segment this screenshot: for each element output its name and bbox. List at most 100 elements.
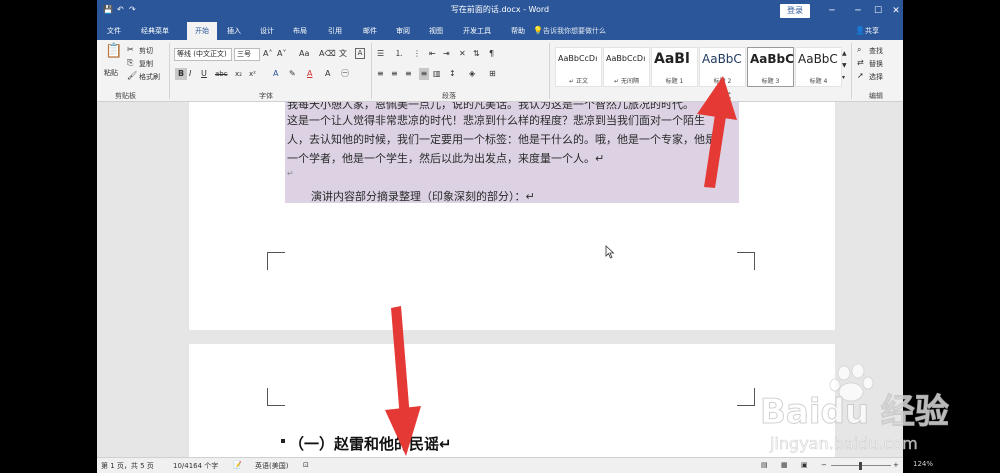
select-button[interactable]: 选择 [869,72,883,82]
tab-developer[interactable]: 开发工具 [457,22,497,40]
styles-scroll-down-icon[interactable]: ▼ [842,60,847,72]
zoom-in-icon[interactable]: + [893,461,899,469]
minimize-button[interactable]: ─ [849,3,867,19]
show-marks-icon[interactable]: ¶ [489,48,494,60]
borders-icon[interactable]: ⊞ [489,68,496,80]
doc-line: 我每天小憩人家，恩佩美一点儿，说的凡美话。我认为这是一个智然几旅况的时代。 [287,102,694,111]
maximize-button[interactable]: ☐ [869,3,887,19]
styles-more-icon[interactable]: ▾ [842,72,845,84]
focus-mode-icon[interactable]: ▤ [761,461,768,469]
mouse-cursor-icon [605,245,615,259]
macro-icon[interactable]: ⊡ [303,461,309,469]
tab-help[interactable]: 帮助 [505,22,531,40]
underline-icon[interactable]: U [201,68,207,80]
lightbulb-icon: 💡 [533,26,543,35]
read-mode-icon[interactable]: ▦ [781,461,788,469]
close-button[interactable]: ✕ [887,3,903,19]
font-color-icon[interactable]: A [307,68,312,80]
tab-insert[interactable]: 插入 [221,22,247,40]
doc-line: 演讲内容部分摘录整理（印象深刻的部分）：↵ [311,190,535,203]
justify-icon[interactable]: ≡ [419,68,429,80]
style-no-spacing[interactable]: AaBbCcDı ↵ 无间隔 [603,47,650,87]
copy-button[interactable]: 复制 [139,59,153,69]
style-heading-4[interactable]: AaBbC 标题 4 [795,47,842,87]
page-count[interactable]: 第 1 页，共 5 页 [101,461,154,471]
print-layout-icon[interactable]: ▣ [801,461,808,469]
language-indicator[interactable]: 英语(美国) [255,461,288,471]
doc-line: 一个学者，他是一个学生，然后以此为出发点，来度量一个人。↵ [287,152,605,165]
phonetic-guide-icon[interactable]: 文 [339,48,347,60]
format-painter-button[interactable]: 格式刷 [139,72,160,82]
shading-icon[interactable]: ◈ [469,68,475,80]
clipboard-group-label: 剪贴板 [115,92,136,100]
doc-line: ↵ [287,169,294,178]
tab-home[interactable]: 开始 [187,22,217,40]
font-name-select[interactable]: 等线 (中文正文) [174,48,232,61]
bold-icon[interactable]: B [175,68,187,80]
copy-icon[interactable]: ⎘ [127,57,133,69]
tab-mailings[interactable]: 邮件 [357,22,383,40]
subscript-icon[interactable]: x₂ [235,68,242,80]
page-2[interactable]: （一）赵雷和他的民谣↵ [189,344,835,457]
editing-group-label: 编辑 [869,92,883,100]
font-size-select[interactable]: 三号 [234,48,260,61]
replace-icon[interactable]: ⇄ [857,57,864,69]
sort-icon[interactable]: ⇅ [473,48,480,60]
highlight-icon[interactable]: ✎ [289,68,296,80]
search-icon[interactable]: ⌕ [857,44,861,56]
chinese-layout-icon[interactable]: ✕ [459,48,466,60]
zoom-level[interactable]: 124% [913,460,933,468]
styles-scroll-up-icon[interactable]: ▲ [842,48,847,60]
font-group-label: 字体 [259,92,273,100]
tab-review[interactable]: 审阅 [390,22,416,40]
replace-button[interactable]: 替换 [869,59,883,69]
align-right-icon[interactable]: ≡ [405,68,412,80]
enclose-char-icon[interactable]: ㊀ [341,68,349,80]
tell-me-box[interactable]: 告诉我你想要做什么 [543,22,606,40]
cut-button[interactable]: 剪切 [139,46,153,56]
align-center-icon[interactable]: ≡ [391,68,398,80]
tab-layout[interactable]: 布局 [287,22,313,40]
format-painter-icon[interactable]: 🖌 [127,70,137,82]
char-shading-icon[interactable]: A [325,68,330,80]
numbering-icon[interactable]: ⒈ [395,48,403,60]
word-count[interactable]: 10/4164 个字 [173,461,218,471]
tab-design[interactable]: 设计 [254,22,280,40]
multilevel-list-icon[interactable]: ⋮ [413,48,421,60]
line-spacing-icon[interactable]: ↕ [449,68,456,80]
tab-view[interactable]: 视图 [423,22,449,40]
style-normal[interactable]: AaBbCcDı ↵ 正文 [555,47,602,87]
tab-references[interactable]: 引用 [322,22,348,40]
superscript-icon[interactable]: x² [249,68,256,80]
paste-icon[interactable]: 📋 [105,44,122,58]
align-left-icon[interactable]: ≡ [377,68,384,80]
crop-mark [267,388,285,406]
grow-font-icon[interactable]: A˄ [263,48,272,60]
decrease-indent-icon[interactable]: ⇤ [429,48,436,60]
text-effects-icon[interactable]: A [273,68,278,80]
bullets-icon[interactable]: ☰ [377,48,384,60]
clear-format-icon[interactable]: A⌫ [319,48,336,60]
shrink-font-icon[interactable]: A˅ [277,48,286,60]
share-button[interactable]: 共享 [865,22,879,40]
zoom-out-icon[interactable]: − [821,461,827,469]
zoom-slider-handle[interactable] [859,462,862,470]
change-case-icon[interactable]: Aa [299,48,309,60]
user-icon: 👤 [855,26,865,35]
italic-icon[interactable]: I [189,68,191,80]
find-button[interactable]: 查找 [869,46,883,56]
strikethrough-icon[interactable]: abc [215,68,228,80]
increase-indent-icon[interactable]: ⇥ [443,48,450,60]
login-button[interactable]: 登录 [780,4,810,18]
char-border-icon[interactable]: A [355,48,365,59]
distributed-icon[interactable]: ▥ [433,68,441,80]
paste-button[interactable]: 粘贴 [104,68,118,78]
cut-icon[interactable]: ✂ [127,44,134,56]
tab-file[interactable]: 文件 [101,22,127,40]
select-icon[interactable]: ➚ [857,70,864,82]
style-heading-3[interactable]: AaBbC 标题 3 [747,47,794,87]
tab-classic-menu[interactable]: 经典菜单 [133,22,177,40]
ribbon-display-icon[interactable]: ─ [823,3,841,19]
proofing-icon[interactable]: 📝 [233,461,242,469]
heading-bullet [281,439,285,443]
